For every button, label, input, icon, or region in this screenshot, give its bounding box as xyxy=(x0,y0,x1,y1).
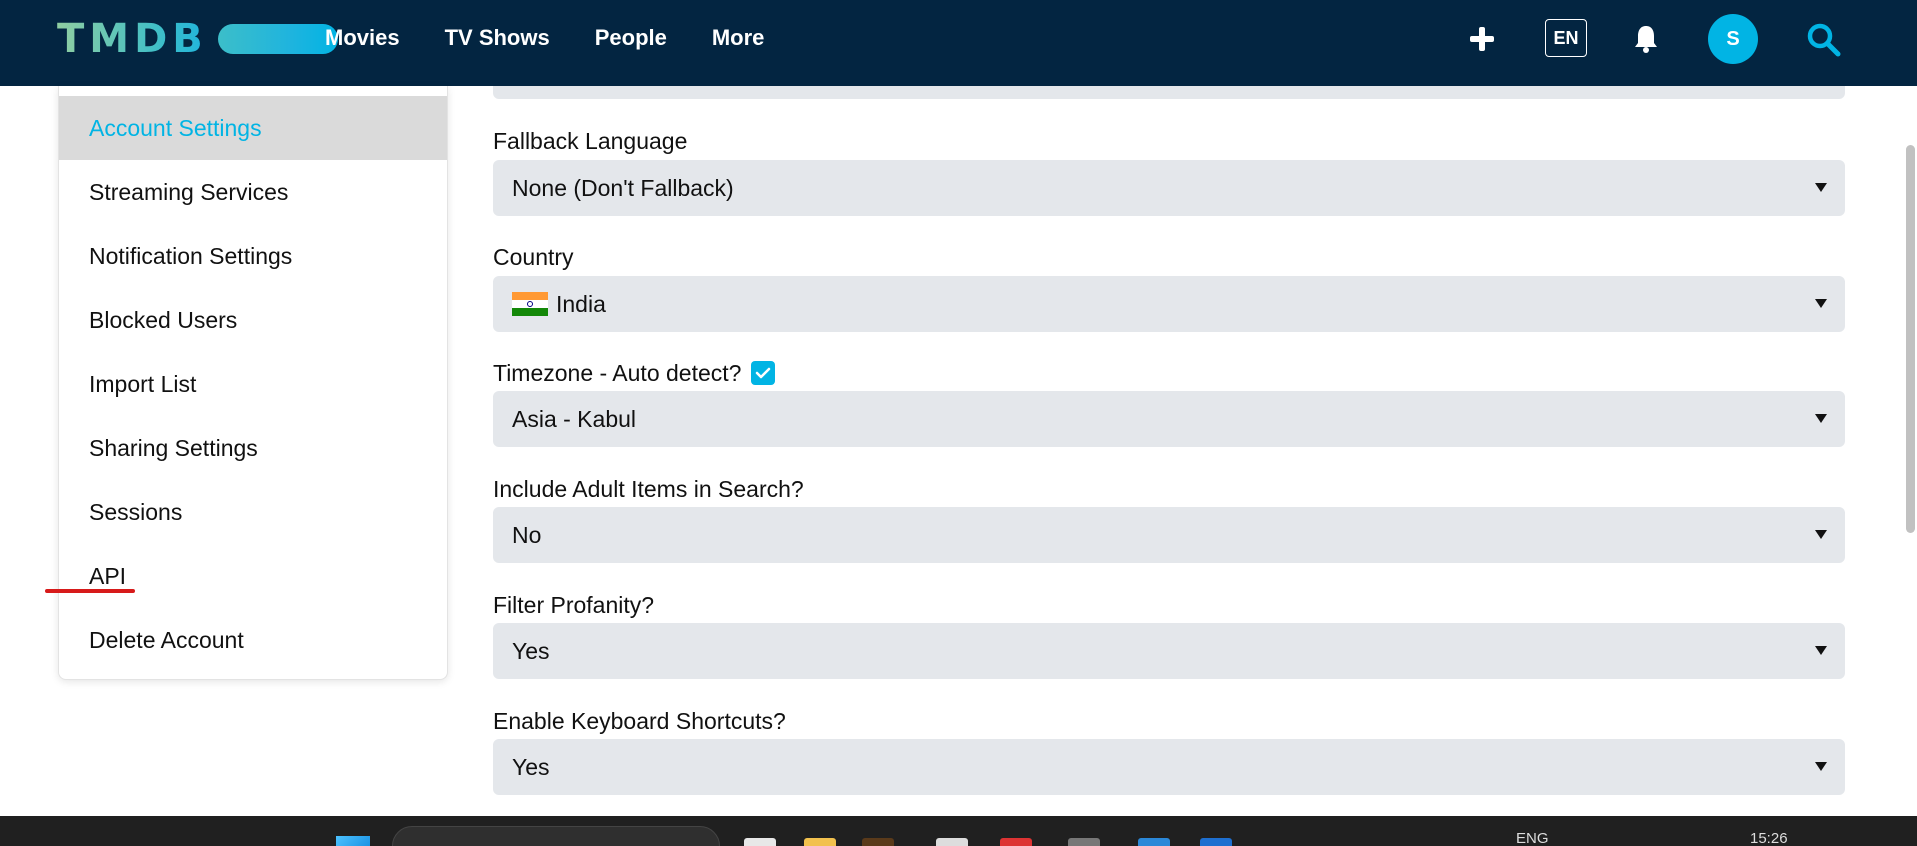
sidebar-item-import-list[interactable]: Import List xyxy=(59,352,447,416)
caret-down-icon xyxy=(1815,183,1827,192)
adult-items-label: Include Adult Items in Search? xyxy=(493,475,804,502)
filter-profanity-label: Filter Profanity? xyxy=(493,591,655,618)
nav-more[interactable]: More xyxy=(712,22,765,54)
language-button[interactable]: EN xyxy=(1545,19,1587,57)
checkmark-icon xyxy=(756,367,771,379)
previous-field-select[interactable] xyxy=(493,86,1845,99)
country-label: Country xyxy=(493,243,574,270)
caret-down-icon xyxy=(1815,646,1827,655)
user-avatar[interactable]: S xyxy=(1708,14,1758,64)
plus-icon[interactable] xyxy=(1468,25,1496,53)
sidebar-item-sharing-settings[interactable]: Sharing Settings xyxy=(59,416,447,480)
caret-down-icon xyxy=(1815,414,1827,423)
vscode-icon[interactable] xyxy=(1138,838,1170,846)
taskbar-clock[interactable]: 15:26 xyxy=(1750,830,1788,846)
country-value: India xyxy=(556,290,606,317)
fallback-language-label: Fallback Language xyxy=(493,127,688,154)
sidebar-item-sessions[interactable]: Sessions xyxy=(59,480,447,544)
sidebar-item-streaming-services[interactable]: Streaming Services xyxy=(59,160,447,224)
fallback-language-value: None (Don't Fallback) xyxy=(512,174,734,201)
page-scrollbar-thumb[interactable] xyxy=(1906,145,1915,533)
folder-icon[interactable] xyxy=(804,838,836,846)
taskbar-app-icon[interactable] xyxy=(744,838,776,846)
taskbar-app-icon[interactable] xyxy=(936,838,968,846)
chrome-icon[interactable] xyxy=(1000,838,1032,846)
sidebar-item-notification-settings[interactable]: Notification Settings xyxy=(59,224,447,288)
india-flag-icon xyxy=(512,292,548,316)
keyboard-shortcuts-select[interactable]: Yes xyxy=(493,739,1845,795)
timezone-label: Timezone - Auto detect? xyxy=(493,359,742,386)
keyboard-shortcuts-value: Yes xyxy=(512,753,550,780)
taskbar-app-icon[interactable] xyxy=(1200,838,1232,846)
country-select[interactable]: India xyxy=(493,276,1845,332)
taskbar-search-box[interactable] xyxy=(392,826,720,846)
windows-start-icon[interactable] xyxy=(336,836,370,846)
filter-profanity-value: Yes xyxy=(512,637,550,664)
logo-text: TMDB xyxy=(57,16,208,62)
timezone-value: Asia - Kabul xyxy=(512,405,637,432)
tmdb-logo[interactable]: TMDB xyxy=(57,16,338,62)
caret-down-icon xyxy=(1815,762,1827,771)
sidebar-item-delete-account[interactable]: Delete Account xyxy=(59,608,447,672)
nav-movies[interactable]: Movies xyxy=(325,22,400,54)
sidebar-item-account-settings[interactable]: Account Settings xyxy=(59,96,447,160)
sidebar-item-blocked-users[interactable]: Blocked Users xyxy=(59,288,447,352)
taskbar-language[interactable]: ENG xyxy=(1516,830,1549,846)
annotation-underline xyxy=(45,589,135,593)
caret-down-icon xyxy=(1815,299,1827,308)
taskbar-app-icon[interactable] xyxy=(1068,838,1100,846)
timezone-auto-detect-checkbox[interactable] xyxy=(751,361,776,385)
fallback-language-select[interactable]: None (Don't Fallback) xyxy=(493,160,1845,216)
nav-tv-shows[interactable]: TV Shows xyxy=(445,22,550,54)
timezone-label-row: Timezone - Auto detect? xyxy=(493,358,776,388)
adult-items-value: No xyxy=(512,521,542,548)
adult-items-select[interactable]: No xyxy=(493,507,1845,563)
main-nav: Movies TV Shows People More xyxy=(325,22,809,54)
bell-icon[interactable] xyxy=(1633,24,1659,54)
keyboard-shortcuts-label: Enable Keyboard Shortcuts? xyxy=(493,707,786,734)
sidebar-item-api[interactable]: API xyxy=(59,544,447,608)
search-icon[interactable] xyxy=(1806,22,1842,58)
nav-people[interactable]: People xyxy=(595,22,667,54)
timezone-select[interactable]: Asia - Kabul xyxy=(493,391,1845,447)
logo-pill-shape xyxy=(217,24,338,54)
os-taskbar: ENG 15:26 xyxy=(0,816,1917,846)
caret-down-icon xyxy=(1815,530,1827,539)
top-header: TMDB Movies TV Shows People More EN S xyxy=(0,0,1917,86)
taskbar-app-icon[interactable] xyxy=(862,838,894,846)
filter-profanity-select[interactable]: Yes xyxy=(493,623,1845,679)
